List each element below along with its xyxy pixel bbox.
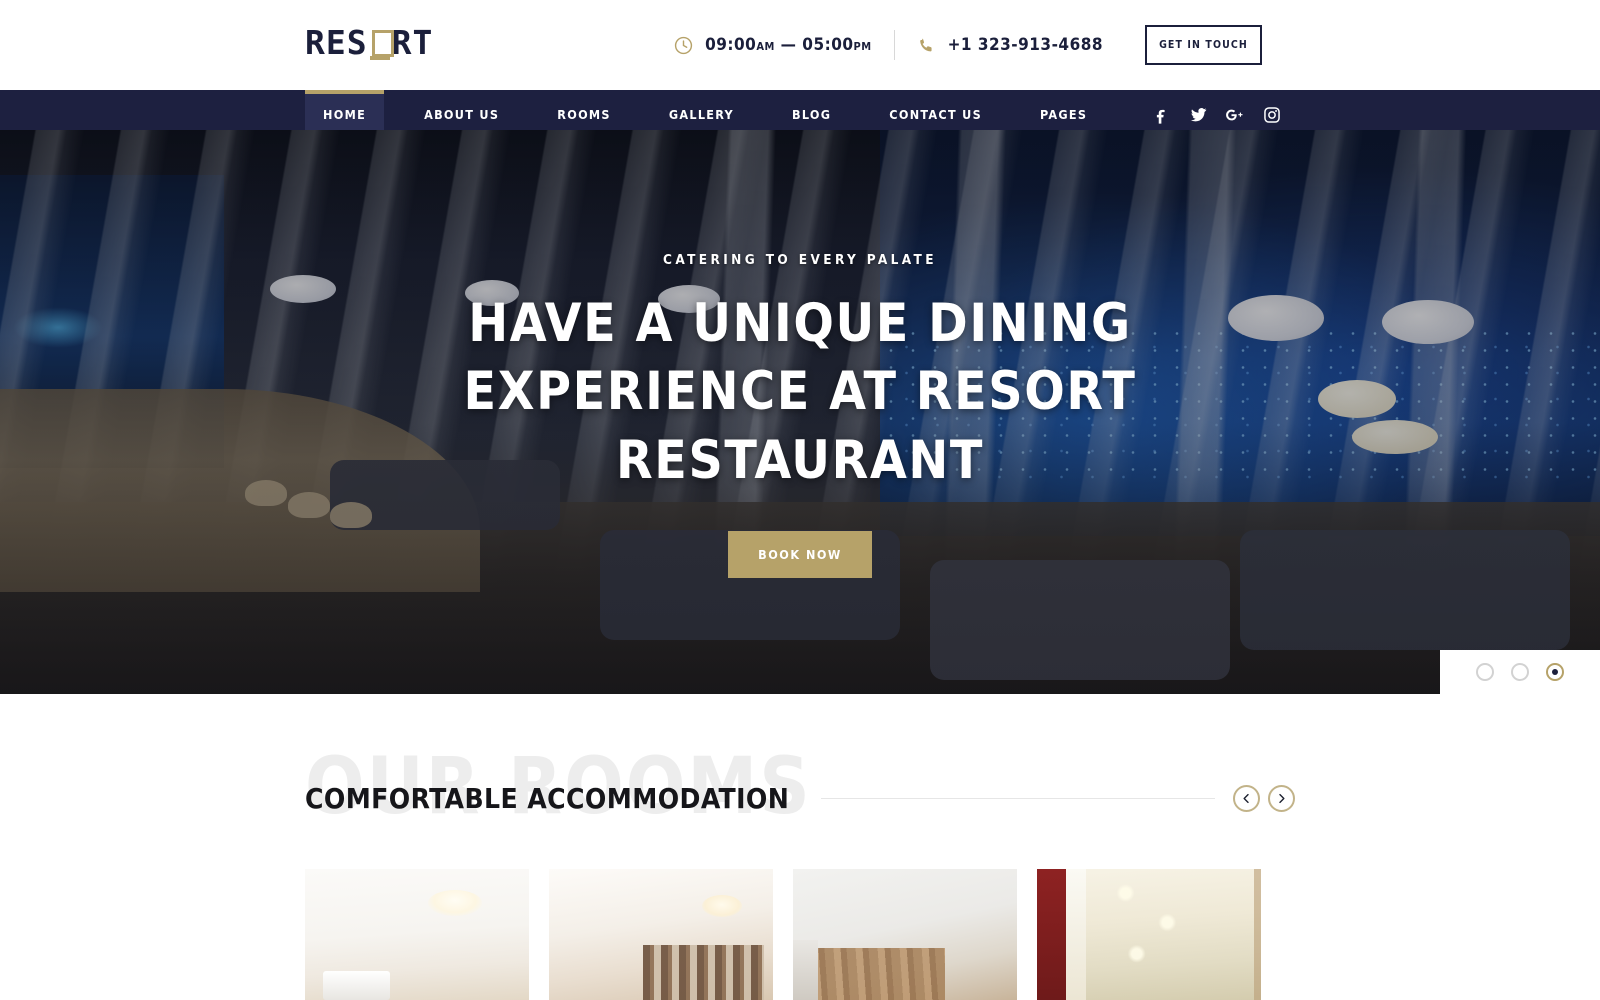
section-title: COMFORTABLE ACCOMMODATION bbox=[305, 782, 790, 815]
book-now-button[interactable]: BOOK NOW bbox=[728, 531, 872, 579]
facebook-icon[interactable] bbox=[1151, 105, 1171, 125]
top-header-bar: RES RT 09:00AM — 05:00PM +1 323-913-4688… bbox=[0, 0, 1600, 90]
room-card-2-image bbox=[549, 869, 773, 1000]
logo-text-part2: RT bbox=[391, 23, 434, 62]
room-card-4[interactable] bbox=[1037, 869, 1261, 1000]
section-title-row: COMFORTABLE ACCOMMODATION bbox=[305, 782, 1295, 815]
hero-slider: CATERING TO EVERY PALATE HAVE A UNIQUE D… bbox=[0, 130, 1600, 694]
room-card-3[interactable] bbox=[793, 869, 1017, 1000]
room-card-4-image bbox=[1037, 869, 1261, 1000]
section-header: OUR ROOMS COMFORTABLE ACCOMMODATION bbox=[305, 748, 1295, 838]
carousel-controls bbox=[1233, 785, 1295, 812]
room-card-1-image bbox=[305, 869, 529, 1000]
slider-dot-2[interactable] bbox=[1511, 663, 1529, 681]
header-right-group: 09:00AM — 05:00PM +1 323-913-4688 GET IN… bbox=[652, 0, 1600, 90]
room-card-3-image bbox=[793, 869, 1017, 1000]
phone-icon bbox=[917, 36, 936, 55]
hero-eyebrow-text: CATERING TO EVERY PALATE bbox=[663, 252, 937, 268]
clock-icon bbox=[674, 36, 693, 55]
chevron-left-icon[interactable] bbox=[1233, 785, 1260, 812]
phone-number[interactable]: +1 323-913-4688 bbox=[895, 27, 1125, 63]
section-divider-line bbox=[821, 798, 1215, 799]
get-in-touch-button[interactable]: GET IN TOUCH bbox=[1145, 25, 1262, 65]
opening-hours: 09:00AM — 05:00PM bbox=[652, 27, 893, 63]
instagram-icon[interactable] bbox=[1262, 105, 1282, 125]
slider-dot-3-active[interactable] bbox=[1546, 663, 1564, 681]
hero-content: CATERING TO EVERY PALATE HAVE A UNIQUE D… bbox=[0, 130, 1600, 694]
twitter-icon[interactable] bbox=[1188, 105, 1208, 125]
logo-text-part1: RES bbox=[305, 23, 368, 62]
chevron-right-icon[interactable] bbox=[1268, 785, 1295, 812]
logo-o-mark bbox=[369, 29, 394, 60]
room-card-1[interactable] bbox=[305, 869, 529, 1000]
opening-hours-text: 09:00AM — 05:00PM bbox=[705, 35, 872, 55]
phone-number-text: +1 323-913-4688 bbox=[947, 35, 1103, 55]
site-logo[interactable]: RES RT bbox=[305, 23, 434, 62]
google-plus-icon[interactable] bbox=[1225, 105, 1245, 125]
header-contact-info: 09:00AM — 05:00PM +1 323-913-4688 bbox=[652, 27, 1125, 63]
room-cards-carousel bbox=[305, 869, 1261, 1000]
page-root: RES RT 09:00AM — 05:00PM +1 323-913-4688… bbox=[0, 0, 1600, 1000]
hero-slider-pagination bbox=[1440, 650, 1600, 694]
our-rooms-section: OUR ROOMS COMFORTABLE ACCOMMODATION bbox=[0, 694, 1600, 1000]
hero-headline: HAVE A UNIQUE DINING EXPERIENCE AT RESOR… bbox=[463, 293, 1137, 491]
slider-dot-1[interactable] bbox=[1476, 663, 1494, 681]
room-card-2[interactable] bbox=[549, 869, 773, 1000]
